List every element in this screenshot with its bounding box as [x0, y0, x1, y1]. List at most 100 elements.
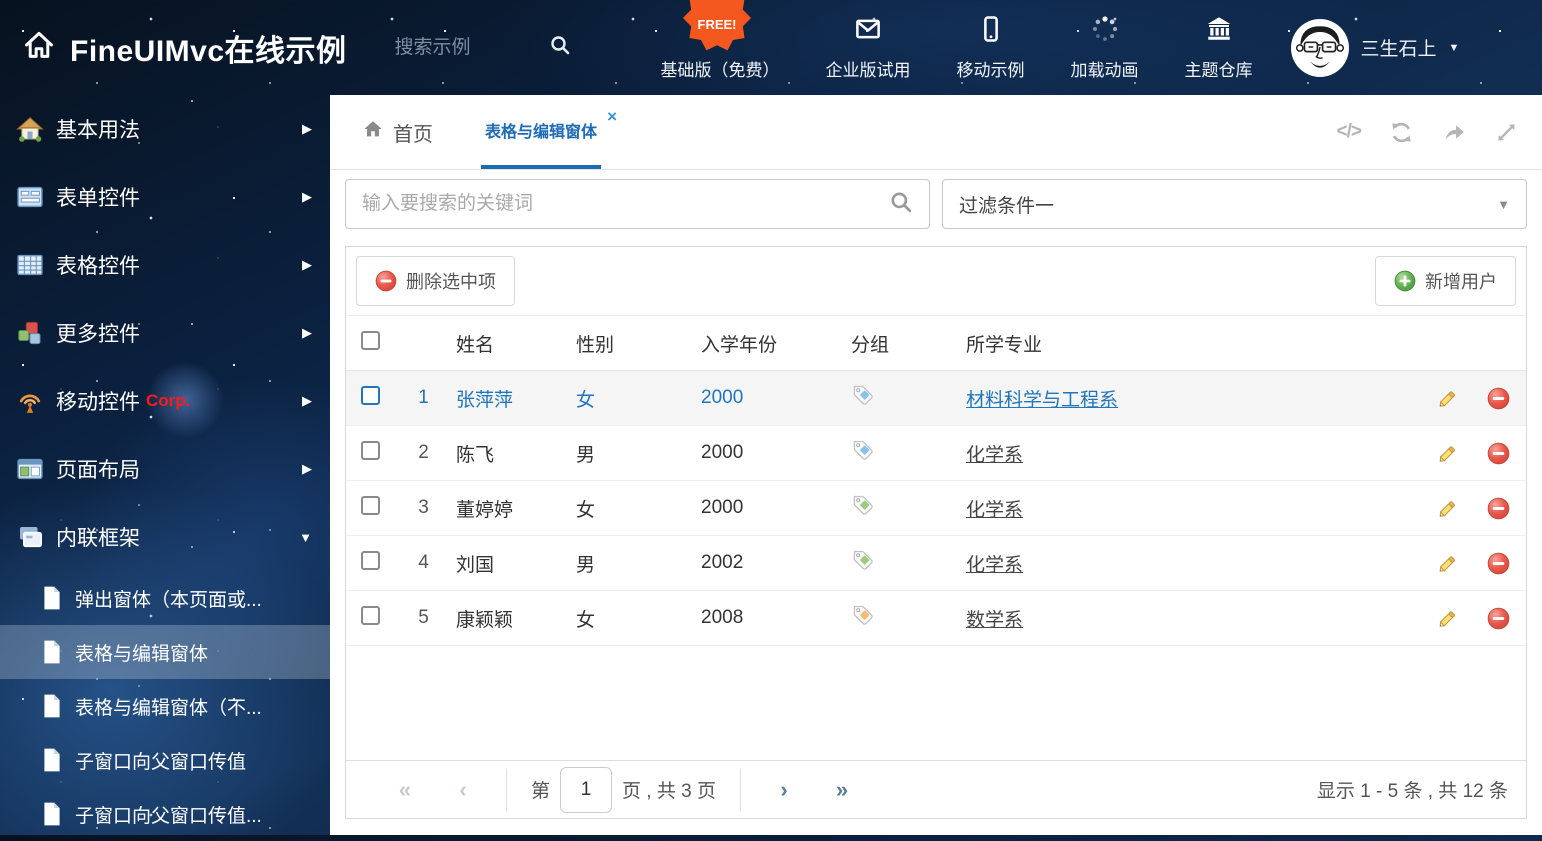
delete-icon[interactable]	[1487, 552, 1510, 575]
sidebar-subitem-child-to-parent[interactable]: 子窗口向父窗口传值	[0, 733, 330, 787]
sidebar-item-grid-controls[interactable]: 表格控件 ▶	[0, 231, 330, 299]
chevron-right-icon: ▶	[302, 461, 312, 476]
filter-row: 过滤条件一 ▼	[345, 179, 1527, 229]
delete-icon[interactable]	[1487, 497, 1510, 520]
user-menu[interactable]: 三生石上 ▼	[1290, 18, 1459, 77]
add-user-button[interactable]: 新增用户	[1375, 256, 1516, 306]
row-name: 董婷婷	[456, 499, 514, 521]
edit-icon[interactable]	[1436, 552, 1459, 575]
nav-theme-repo[interactable]: 主题仓库	[1185, 14, 1253, 81]
table-row[interactable]: 1 张萍萍 女 2000 材料科学与工程系	[346, 371, 1526, 426]
delete-icon[interactable]	[1487, 442, 1510, 465]
row-major-link[interactable]: 化学系	[966, 555, 1023, 576]
tab-home[interactable]: 首页	[362, 95, 433, 169]
row-major-link[interactable]: 化学系	[966, 500, 1023, 521]
view-source-icon[interactable]: </>	[1337, 121, 1363, 143]
home-logo-icon[interactable]	[22, 28, 56, 67]
pager-divider	[739, 768, 741, 811]
nav-label: 加载动画	[1070, 61, 1139, 80]
edit-icon[interactable]	[1436, 442, 1459, 465]
table-row[interactable]: 5 康颖颖 女 2008 数学系	[346, 591, 1526, 646]
row-name: 陈飞	[456, 444, 495, 466]
refresh-icon[interactable]	[1389, 120, 1414, 145]
sidebar-item-label: 内联框架	[56, 527, 140, 550]
search-icon[interactable]	[889, 190, 913, 219]
header-search-input[interactable]	[394, 36, 535, 59]
tag-icon	[853, 440, 873, 460]
app-title: FineUIMvc在线示例	[70, 34, 347, 68]
table-row[interactable]: 2 陈飞 男 2000 化学系	[346, 426, 1526, 481]
filter-dropdown[interactable]: 过滤条件一 ▼	[942, 179, 1527, 229]
frames-icon	[14, 522, 46, 552]
open-new-window-icon[interactable]	[1442, 120, 1467, 145]
row-index: 3	[418, 497, 429, 518]
column-group: 分组	[851, 334, 890, 356]
search-icon[interactable]	[549, 34, 571, 61]
prev-page-icon[interactable]: ‹	[434, 777, 492, 803]
nav-loading-animation[interactable]: 加载动画	[1071, 14, 1139, 81]
row-year: 2008	[701, 607, 744, 628]
delete-icon[interactable]	[1487, 607, 1510, 630]
select-all-checkbox[interactable]	[361, 330, 380, 350]
edit-icon[interactable]	[1436, 607, 1459, 630]
tab-close-icon[interactable]: ×	[607, 108, 617, 125]
row-checkbox[interactable]	[361, 495, 380, 515]
row-group	[846, 383, 961, 413]
sidebar-item-label: 移动控件	[56, 391, 140, 414]
home-icon	[14, 114, 46, 144]
sidebar-subitem-grid-edit-window-2[interactable]: 表格与编辑窗体（不...	[0, 679, 330, 733]
chevron-right-icon: ▶	[302, 189, 312, 204]
plus-circle-icon	[1394, 270, 1416, 292]
tab-bar: 首页 表格与编辑窗体 × </>	[330, 95, 1542, 170]
nav-label: 主题仓库	[1184, 61, 1253, 80]
chevron-right-icon: ▶	[302, 257, 312, 272]
table-row[interactable]: 3 董婷婷 女 2000 化学系	[346, 481, 1526, 536]
sidebar-subitem-grid-edit-window[interactable]: 表格与编辑窗体	[0, 625, 330, 679]
sidebar-item-basic-usage[interactable]: 基本用法 ▶	[0, 95, 330, 163]
sidebar-item-iframe[interactable]: 内联框架 ▼	[0, 503, 330, 571]
edit-icon[interactable]	[1436, 387, 1459, 410]
sidebar-item-more-controls[interactable]: 更多控件 ▶	[0, 299, 330, 367]
row-checkbox[interactable]	[361, 385, 380, 405]
column-year: 入学年份	[701, 334, 778, 356]
row-major-link[interactable]: 化学系	[966, 445, 1023, 466]
sidebar-subitem-child-to-parent-2[interactable]: 子窗口向父窗口传值...	[0, 787, 330, 841]
keyword-search-input[interactable]	[362, 193, 889, 215]
sidebar-item-mobile-controls[interactable]: 移动控件 Corp. ▶	[0, 367, 330, 435]
row-major-link[interactable]: 数学系	[966, 610, 1023, 631]
row-major-link[interactable]: 材料科学与工程系	[966, 390, 1118, 411]
next-page-icon[interactable]: ›	[755, 777, 813, 803]
row-gender: 男	[576, 444, 596, 466]
row-checkbox[interactable]	[361, 550, 380, 570]
column-name: 姓名	[456, 334, 495, 356]
page-number-input[interactable]	[560, 766, 613, 813]
tag-icon	[853, 385, 873, 405]
sidebar-subitem-label: 表格与编辑窗体	[75, 643, 209, 665]
sidebar-subitem-popup-window[interactable]: 弹出窗体（本页面或...	[0, 571, 330, 625]
bank-icon	[1204, 14, 1234, 49]
fullscreen-icon[interactable]	[1495, 121, 1518, 144]
app-header: FineUIMvc在线示例 FREE! 基础版（免费） 企业版试用 移动示例	[0, 0, 1542, 95]
sidebar-item-form-controls[interactable]: 表单控件 ▶	[0, 163, 330, 231]
nav-enterprise-trial[interactable]: 企业版试用	[826, 14, 911, 81]
tab-grid-edit-window[interactable]: 表格与编辑窗体 ×	[481, 95, 617, 169]
row-gender: 男	[576, 554, 596, 576]
table-header: 姓名 性别 入学年份 分组 所学专业	[346, 316, 1526, 371]
nav-mobile-demo[interactable]: 移动示例	[957, 14, 1025, 81]
sidebar-subitem-label: 弹出窗体（本页面或...	[75, 589, 262, 611]
delete-selected-button[interactable]: 删除选中项	[356, 256, 515, 306]
sidebar-item-page-layout[interactable]: 页面布局 ▶	[0, 435, 330, 503]
first-page-icon[interactable]: «	[376, 777, 434, 803]
mobile-icon	[976, 14, 1006, 49]
chevron-right-icon: ▶	[302, 393, 312, 408]
corp-badge: Corp.	[146, 391, 191, 410]
delete-icon[interactable]	[1487, 387, 1510, 410]
sidebar-item-label: 基本用法	[56, 119, 140, 142]
row-checkbox[interactable]	[361, 440, 380, 460]
row-checkbox[interactable]	[361, 605, 380, 625]
edit-icon[interactable]	[1436, 497, 1459, 520]
header-search	[394, 34, 571, 61]
chevron-right-icon: ▶	[302, 121, 312, 136]
table-row[interactable]: 4 刘国 男 2002 化学系	[346, 536, 1526, 591]
last-page-icon[interactable]: »	[813, 777, 871, 803]
